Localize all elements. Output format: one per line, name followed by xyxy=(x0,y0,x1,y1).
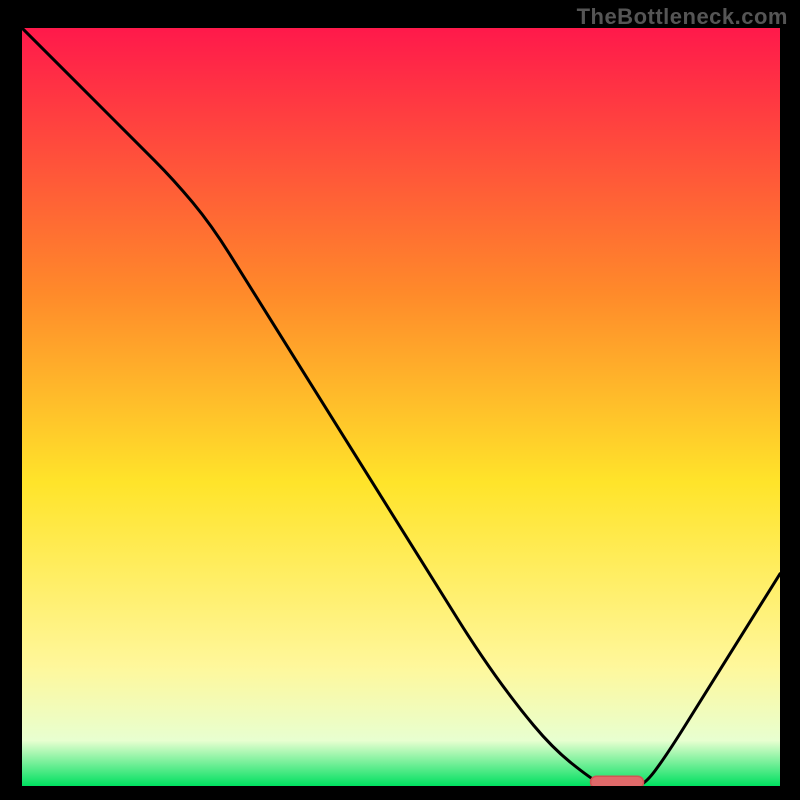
chart-outer-frame: TheBottleneck.com xyxy=(0,0,800,800)
chart-svg xyxy=(22,28,780,786)
watermark-text: TheBottleneck.com xyxy=(577,4,788,30)
plot-area xyxy=(22,28,780,786)
optimum-marker xyxy=(591,776,644,786)
